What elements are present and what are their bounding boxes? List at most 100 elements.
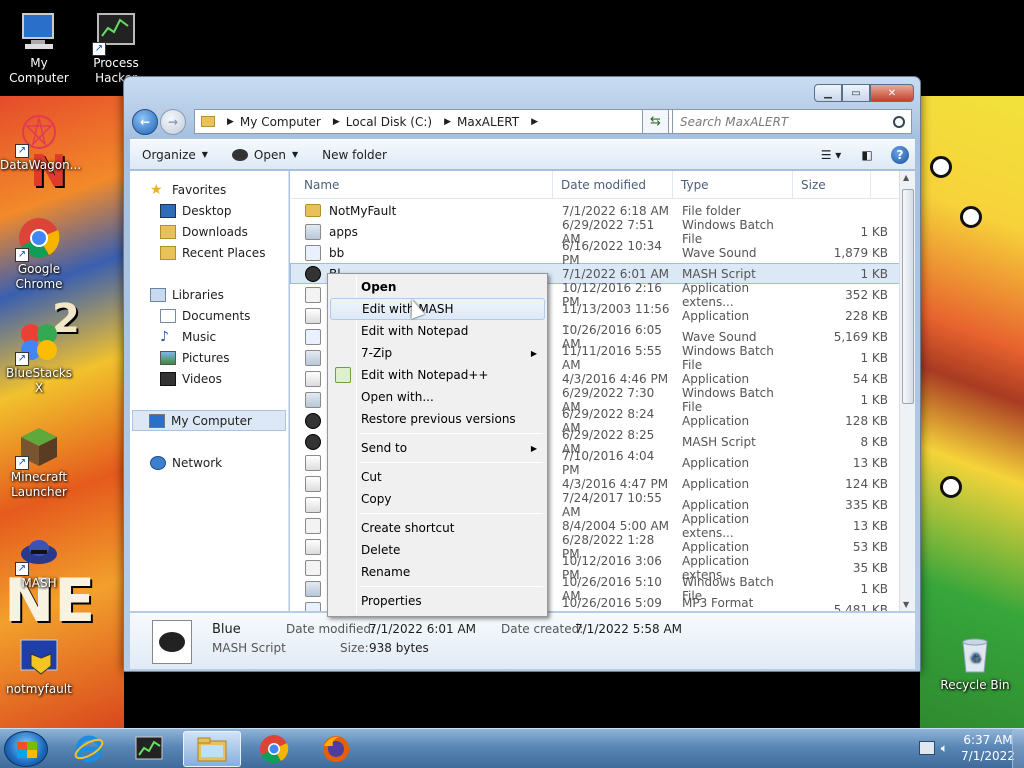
details-created-label: Date created: [501,622,584,636]
scroll-down-icon[interactable]: ▼ [903,600,909,609]
desktop-icon-label: BlueStacks X [5,366,73,395]
taskbar-process-hacker[interactable] [120,731,178,767]
nav-downloads[interactable]: Downloads [130,221,288,242]
file-type: Windows Batch File [682,385,774,414]
chrome-icon [260,735,289,764]
breadcrumb-arrow-icon[interactable]: ▶ [444,117,451,127]
address-bar[interactable]: ▶ My Computer ▶ Local Disk (C:) ▶ MaxALE… [194,109,676,134]
menu-item-edit-with-notepad-plus-plus[interactable]: Edit with Notepad++ [330,364,545,386]
nav-network[interactable]: Network [130,452,288,473]
menu-item-edit-with-mash[interactable]: Edit with MASH [330,298,545,320]
network-tray-icon[interactable] [918,741,935,755]
nav-recent-places[interactable]: Recent Places [130,242,288,263]
menu-item-open[interactable]: Open [330,276,545,298]
menu-item-properties[interactable]: Properties [330,590,545,612]
menu-item-create-shortcut[interactable]: Create shortcut [330,517,545,539]
menu-item-edit-with-notepad[interactable]: Edit with Notepad [330,320,545,342]
nav-label: Videos [182,371,222,386]
file-type: Windows Batch File [682,343,774,372]
nav-libraries[interactable]: Libraries [130,284,288,305]
nav-my-computer[interactable]: My Computer [132,410,286,431]
app-file-icon [305,475,321,492]
back-button[interactable]: ← [132,109,158,135]
desktop-icon-minecraft[interactable]: ↗ Minecraft Launcher [0,424,78,500]
forward-button[interactable]: → [160,109,186,135]
new-folder-button[interactable]: New folder [310,140,399,169]
menu-item-7zip[interactable]: 7-Zip ▶ [330,342,545,364]
nav-pictures[interactable]: Pictures [130,347,288,368]
file-size: 124 KB [845,476,888,491]
file-size: 53 KB [852,539,888,554]
taskbar-windows-explorer[interactable] [183,731,241,767]
column-header-name[interactable]: Name [290,171,553,198]
nav-desktop[interactable]: Desktop [130,200,288,221]
desktop-icon-notmyfault[interactable]: notmyfault [0,636,78,697]
nav-documents[interactable]: Documents [130,305,288,326]
menu-item-open-with[interactable]: Open with... [330,386,545,408]
breadcrumb-arrow-icon[interactable]: ▶ [227,117,234,127]
taskbar-firefox[interactable] [307,731,365,767]
mash-file-icon [305,433,321,450]
open-button[interactable]: Open ▼ [220,140,310,169]
breadcrumb-arrow-icon[interactable]: ▶ [333,117,340,127]
menu-item-cut[interactable]: Cut [330,466,545,488]
scroll-up-icon[interactable]: ▲ [903,173,909,182]
organize-button[interactable]: Organize ▼ [130,140,220,169]
close-button[interactable]: ✕ [870,84,914,102]
view-options-icon[interactable]: ☰ ▾ [819,145,843,165]
search-icon[interactable] [893,115,905,128]
nav-favorites[interactable]: ★ Favorites [130,179,288,200]
breadcrumb-local-disk[interactable]: Local Disk (C:) [346,115,432,129]
desktop-icon-label: notmyfault [6,682,72,696]
help-icon[interactable]: ? [891,145,909,164]
nav-music[interactable]: ♪ Music [130,326,288,347]
minimize-button[interactable]: ▁ [814,84,842,102]
desktop-icon-bluestacks[interactable]: ↗ BlueStacks X [0,320,78,396]
breadcrumb-my-computer[interactable]: My Computer [240,115,321,129]
recycle-bin-icon: ♻ [953,632,997,676]
start-button[interactable] [4,731,48,767]
volume-icon[interactable]: 🔈︎ [941,741,948,756]
menu-item-copy[interactable]: Copy [330,488,545,510]
preview-pane-icon[interactable]: ◧ [855,145,879,165]
column-header-date[interactable]: Date modified [553,171,673,198]
vertical-scrollbar[interactable]: ▲ ▼ [899,171,915,611]
menu-item-rename[interactable]: Rename [330,561,545,583]
svg-text:♻: ♻ [970,651,981,665]
breadcrumb-arrow-icon[interactable]: ▶ [531,117,538,127]
open-label: Open [253,147,286,162]
taskbar-internet-explorer[interactable] [60,731,118,767]
file-type: Application [682,455,750,470]
menu-item-label: Open with... [361,390,434,404]
details-file-type: MASH Script [212,641,286,655]
desktop-icon-google-chrome[interactable]: ↗ Google Chrome [0,216,78,292]
taskbar-google-chrome[interactable] [245,731,303,767]
maximize-button[interactable]: ▭ [842,84,870,102]
table-row[interactable]: bb 6/16/2022 10:34 PM Wave Sound 1,879 KB [290,239,915,267]
desktop-icon-datawagon[interactable]: ↗ DataWagon... [0,112,81,173]
clock[interactable]: 6:37 AM 7/1/2022 [958,732,1018,764]
menu-item-label: Properties [361,594,422,608]
shortcut-arrow-icon: ↗ [15,562,29,576]
column-header-size[interactable]: Size [793,171,871,198]
shortcut-arrow-icon: ↗ [15,144,29,158]
datawagon-icon: ↗ [15,112,61,158]
menu-item-restore-previous-versions[interactable]: Restore previous versions [330,408,545,430]
scrollbar-thumb[interactable] [902,189,914,404]
desktop-icon-mash[interactable]: ↗ MASH [0,530,78,591]
search-input[interactable]: Search MaxALERT [672,109,912,134]
menu-item-send-to[interactable]: Send to ▶ [330,437,545,459]
clock-time: 6:37 AM [963,733,1013,747]
breadcrumb-maxalert[interactable]: MaxALERT [457,115,519,129]
file-date: 7/24/2017 10:55 AM [562,490,662,519]
desktop-icon-my-computer[interactable]: My Computer [0,10,78,86]
desktop-icon-process-hacker[interactable]: ↗ Process Hacker [77,10,155,86]
show-desktop-button[interactable] [1012,729,1024,768]
desktop-icon-recycle-bin[interactable]: ♻ Recycle Bin [936,632,1014,693]
column-header-type[interactable]: Type [673,171,793,198]
menu-item-delete[interactable]: Delete [330,539,545,561]
refresh-button[interactable]: ⇆ [642,109,669,134]
nav-videos[interactable]: Videos [130,368,288,389]
file-size: 352 KB [845,287,888,302]
notmyfault-icon [17,636,61,680]
